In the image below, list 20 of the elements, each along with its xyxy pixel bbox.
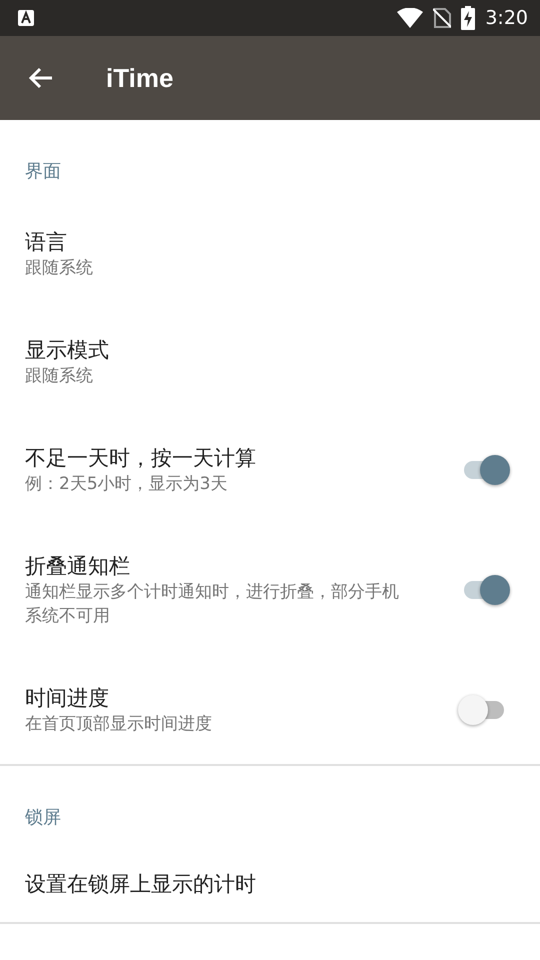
section-header: 界面	[24, 160, 62, 184]
setting-summary: 在首页顶部显示时间进度	[25, 713, 213, 736]
setting-summary: 跟随系统	[25, 365, 94, 388]
setting-title[interactable]: 设置在锁屏上显示的计时	[25, 870, 510, 898]
setting-summary: 例：2天5小时，显示为3天	[25, 473, 228, 496]
setting-summary: 通知栏显示多个计时通知时，进行折叠，部分手机系统不可用	[25, 581, 400, 628]
setting-summary: 跟随系统	[25, 257, 94, 280]
wifi-icon	[397, 8, 424, 28]
no-sim-icon	[433, 7, 452, 29]
app-title: iTime	[106, 62, 174, 94]
setting-title[interactable]: 时间进度	[25, 684, 414, 712]
back-arrow-icon[interactable]	[28, 66, 54, 90]
status-time: 3:20	[485, 7, 528, 29]
battery-icon	[461, 6, 476, 30]
setting-title[interactable]: 语言	[25, 228, 510, 256]
setting-title[interactable]: 不足一天时，按一天计算	[25, 444, 414, 472]
setting-title[interactable]: 折叠通知栏	[25, 552, 414, 580]
notification-icon	[18, 10, 34, 26]
section-header: 锁屏	[24, 806, 62, 830]
setting-title[interactable]: 显示模式	[25, 336, 510, 364]
